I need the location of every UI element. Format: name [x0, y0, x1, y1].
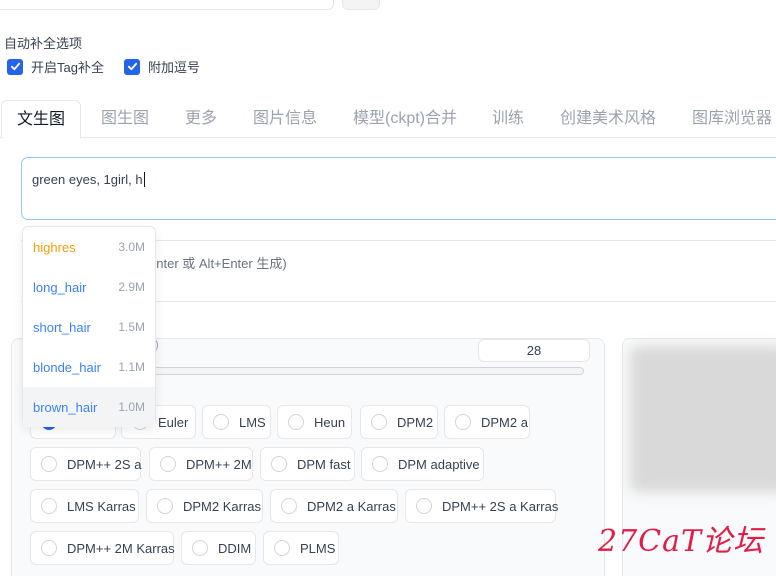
tab-img2img[interactable]: 图生图 — [101, 100, 149, 138]
sampling-steps-slider[interactable] — [150, 367, 584, 375]
sampler-option[interactable]: DPM2 a Karras — [270, 489, 398, 523]
sampler-label: Euler — [158, 414, 189, 430]
radio-icon — [416, 498, 432, 514]
sampler-label: LMS Karras — [67, 498, 136, 514]
tag-autocomplete-dropdown: highres 3.0M long_hair 2.9M short_hair 1… — [22, 226, 156, 427]
sampler-option[interactable]: DPM++ 2M Karras — [30, 531, 175, 565]
prompt-textarea[interactable]: green eyes, 1girl, h — [21, 157, 776, 220]
radio-icon — [372, 456, 388, 472]
tab-train[interactable]: 训练 — [492, 100, 524, 138]
radio-icon — [288, 414, 304, 430]
suggestion-count: 1.0M — [118, 400, 145, 414]
suggestion-name: short_hair — [33, 319, 91, 335]
suggestion-name: brown_hair — [33, 399, 98, 415]
sampler-option[interactable]: LMS — [202, 405, 271, 439]
radio-icon — [274, 540, 290, 556]
suggestion-item[interactable]: highres 3.0M — [23, 227, 155, 267]
suggestion-item[interactable]: brown_hair 1.0M — [23, 387, 155, 427]
sampler-option[interactable]: DPM++ 2M — [149, 447, 253, 481]
sampler-option[interactable]: DPM++ 2S a Karras — [405, 489, 559, 523]
sampler-option[interactable]: DPM adaptive — [361, 447, 484, 481]
tab-create-aesthetic[interactable]: 创建美术风格 — [560, 100, 656, 138]
sampler-label: DPM adaptive — [398, 456, 480, 472]
sampler-label: Heun — [314, 414, 346, 430]
sampler-label: DPM2 a — [481, 414, 528, 430]
suggestion-name: long_hair — [33, 279, 87, 295]
sampler-option[interactable]: DPM2 Karras — [146, 489, 263, 523]
watermark-logo: 27CaT论坛 — [598, 524, 765, 559]
suggestion-count: 1.1M — [118, 360, 145, 374]
tab-extras[interactable]: 更多 — [185, 100, 217, 138]
radio-icon — [371, 414, 387, 430]
prompt-text: green eyes, 1girl, h — [32, 172, 143, 187]
sampler-label: DPM2 a Karras — [307, 498, 396, 514]
append-comma-label: 附加逗号 — [148, 60, 201, 75]
radio-icon — [455, 414, 471, 430]
sampler-label: DPM++ 2S a Karras — [442, 498, 559, 514]
top-icon-button[interactable] — [342, 0, 380, 10]
sampler-label: DPM++ 2M Karras — [67, 540, 175, 556]
tab-txt2img[interactable]: 文生图 — [1, 100, 82, 139]
radio-icon — [157, 498, 173, 514]
sampler-option[interactable]: DPM2 a — [444, 405, 530, 439]
sampler-option[interactable]: Heun — [277, 405, 352, 439]
sampler-option[interactable]: LMS Karras — [30, 489, 139, 523]
tab-image-browser[interactable]: 图库浏览器 — [692, 100, 772, 138]
suggestion-name: highres — [33, 239, 76, 255]
radio-icon — [41, 456, 57, 472]
sampler-label: DPM++ 2M — [186, 456, 252, 472]
suggestion-item[interactable]: short_hair 1.5M — [23, 307, 155, 347]
image-preview — [630, 346, 776, 492]
radio-icon — [271, 456, 287, 472]
suggestion-item[interactable]: blonde_hair 1.1M — [23, 347, 155, 387]
tab-checkpoint-merger[interactable]: 模型(ckpt)合并 — [353, 100, 457, 138]
sampling-steps-input[interactable]: 28 — [478, 339, 590, 362]
radio-icon — [213, 414, 229, 430]
suggestion-count: 1.5M — [118, 320, 145, 334]
sampler-label: DPM2 Karras — [183, 498, 262, 514]
text-caret — [143, 172, 145, 187]
sampler-option[interactable]: DPM2 — [360, 405, 438, 439]
sampler-option[interactable]: PLMS — [263, 531, 339, 565]
tab-png-info[interactable]: 图片信息 — [253, 100, 317, 138]
sampler-option[interactable]: DDIM — [181, 531, 256, 565]
radio-icon — [41, 540, 57, 556]
radio-icon — [281, 498, 297, 514]
sampler-label: LMS — [239, 414, 266, 430]
suggestion-count: 3.0M — [118, 240, 145, 254]
enable-tag-autocomplete-label: 开启Tag补全 — [31, 60, 104, 75]
radio-icon — [41, 498, 57, 514]
suggestion-item[interactable]: long_hair 2.9M — [23, 267, 155, 307]
append-comma-checkbox[interactable]: 附加逗号 — [124, 57, 200, 76]
radio-icon — [160, 456, 176, 472]
checkbox-checked-icon — [7, 58, 23, 75]
sampler-label: PLMS — [300, 540, 336, 556]
sampler-label: DDIM — [218, 540, 252, 556]
sampler-option[interactable]: DPM fast — [260, 447, 355, 481]
generate-shortcut-hint: +Enter 或 Alt+Enter 生成) — [140, 256, 287, 271]
radio-icon — [192, 540, 208, 556]
autocomplete-options-title: 自动补全选项 — [4, 36, 83, 51]
sampler-label: DPM++ 2S a — [67, 456, 142, 472]
suggestion-name: blonde_hair — [33, 359, 101, 375]
suggestion-count: 2.9M — [118, 280, 145, 294]
enable-tag-autocomplete-checkbox[interactable]: 开启Tag补全 — [7, 57, 104, 76]
sampler-option[interactable]: DPM++ 2S a — [30, 447, 141, 481]
top-text-input[interactable] — [0, 0, 334, 10]
sampler-label: DPM fast — [297, 456, 351, 472]
checkbox-checked-icon — [124, 58, 140, 75]
sampler-label: DPM2 — [397, 414, 434, 430]
main-tab-bar: 文生图 图生图 更多 图片信息 模型(ckpt)合并 训练 创建美术风格 图库浏… — [0, 100, 776, 139]
